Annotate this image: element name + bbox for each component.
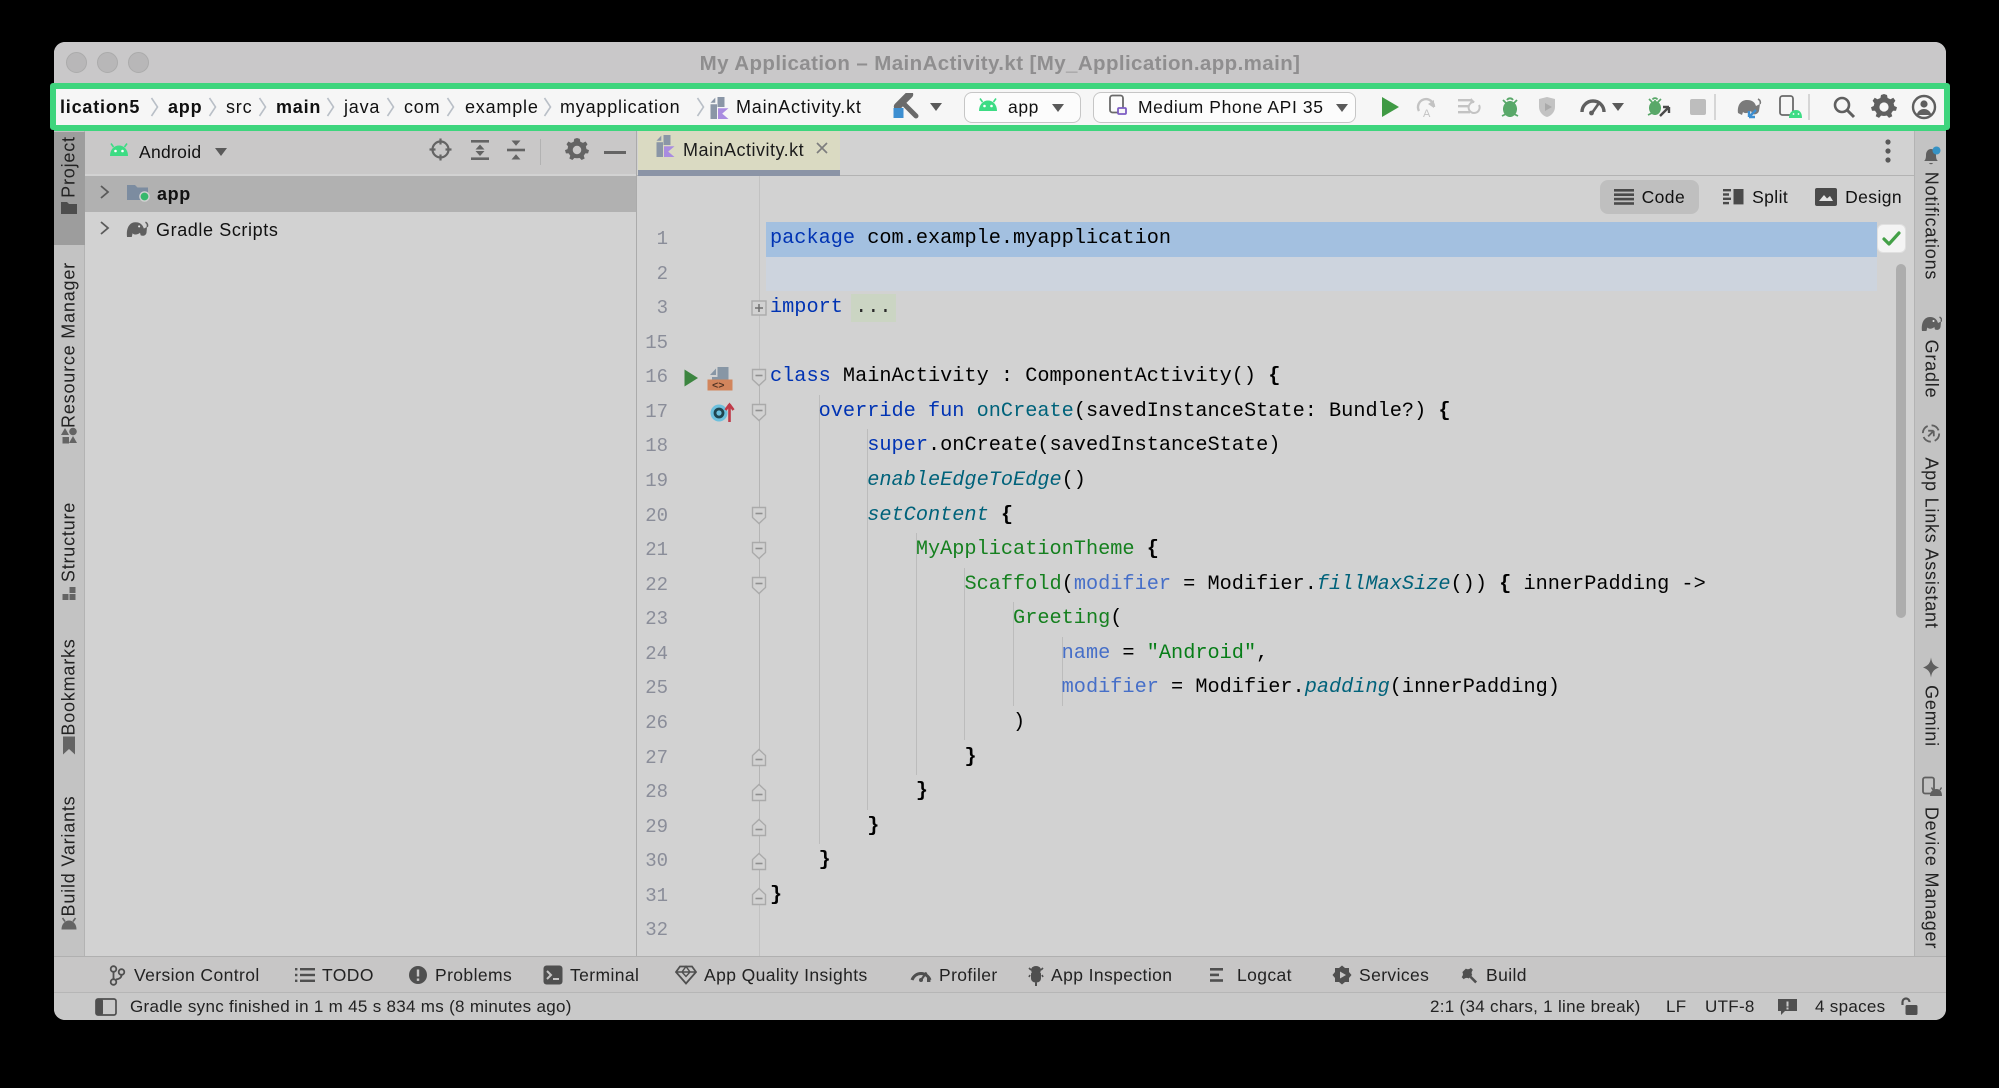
svg-text:<>: <>	[712, 380, 725, 392]
svg-text:A: A	[1423, 108, 1431, 119]
